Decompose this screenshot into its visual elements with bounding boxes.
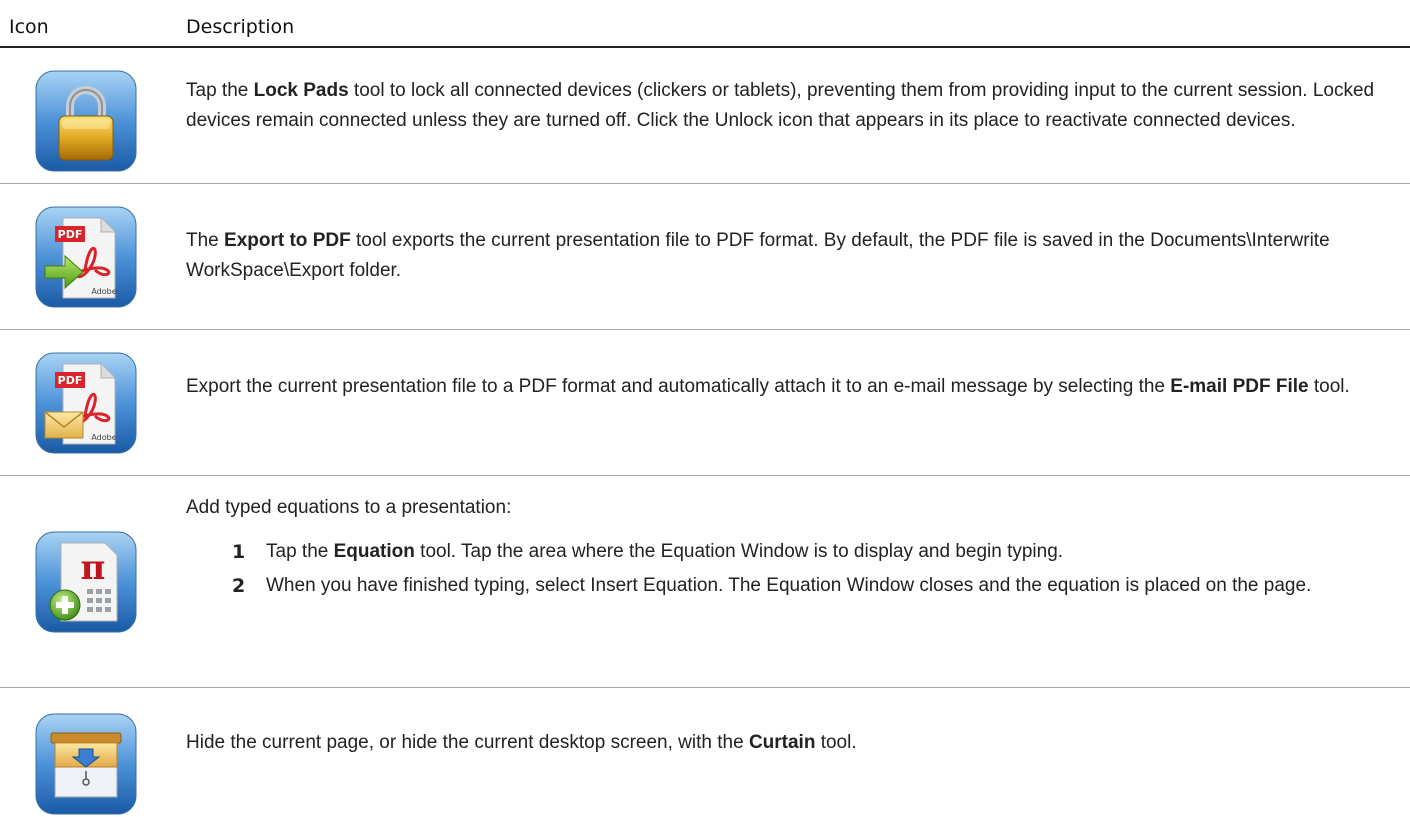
table-row: π Add typed equations to a presentation:… [0, 476, 1410, 688]
row-description: Hide the current page, or hide the curre… [186, 728, 1386, 758]
lock-pads-icon [33, 68, 139, 174]
tool-name: E-mail PDF File [1170, 376, 1309, 397]
table-row: Tap the Lock Pads tool to lock all conne… [0, 48, 1410, 184]
desc-text: tool exports the current presentation fi… [186, 230, 1330, 281]
email-pdf-icon: PDF Adobe [33, 350, 139, 456]
step-number: 2 [232, 575, 246, 597]
pi-label: π [81, 548, 106, 588]
pdf-label: PDF [58, 374, 83, 387]
step-number: 1 [232, 541, 246, 563]
row-description: The Export to PDF tool exports the curre… [186, 226, 1386, 286]
equation-intro: Add typed equations to a presentation: [186, 497, 512, 518]
list-item: 2 When you have finished typing, select … [186, 571, 1386, 601]
desc-text: The [186, 230, 225, 251]
desc-text: Tap the [266, 541, 334, 562]
tool-name: Equation [333, 541, 415, 562]
curtain-icon [33, 711, 139, 817]
desc-text: tool to lock all connected devices (clic… [186, 80, 1375, 131]
desc-text: When you have finished typing, select In… [266, 575, 1312, 596]
tool-name: Lock Pads [253, 80, 349, 101]
desc-text: Hide the current page, or hide the curre… [186, 732, 749, 753]
table-row: PDF Adobe The Export to PDF tool exports… [0, 184, 1410, 330]
desc-text: tool. [815, 732, 857, 753]
table-row: Hide the current page, or hide the curre… [0, 688, 1410, 815]
desc-text: Tap the [186, 80, 254, 101]
desc-text: Export the current presentation file to … [186, 376, 1171, 397]
pdf-label: PDF [58, 228, 83, 241]
desc-text: tool. Tap the area where the Equation Wi… [414, 541, 1064, 562]
row-description: Export the current presentation file to … [186, 372, 1386, 402]
list-item: 1 Tap the Equation tool. Tap the area wh… [186, 537, 1386, 567]
adobe-label: Adobe [91, 287, 116, 296]
row-description: Add typed equations to a presentation: 1… [186, 493, 1386, 605]
description-column-header: Description [186, 16, 295, 38]
table-row: PDF Adobe Export the current presentatio… [0, 330, 1410, 476]
table-header: Icon Description [0, 0, 1410, 48]
adobe-label: Adobe [91, 433, 116, 442]
row-description: Tap the Lock Pads tool to lock all conne… [186, 76, 1386, 136]
desc-text: tool. [1308, 376, 1350, 397]
export-pdf-icon: PDF Adobe [33, 204, 139, 310]
icon-column-header: Icon [9, 16, 49, 38]
equation-steps: 1 Tap the Equation tool. Tap the area wh… [186, 537, 1386, 601]
tool-name: Export to PDF [224, 230, 351, 251]
equation-icon: π [33, 529, 139, 635]
tool-name: Curtain [748, 732, 816, 753]
